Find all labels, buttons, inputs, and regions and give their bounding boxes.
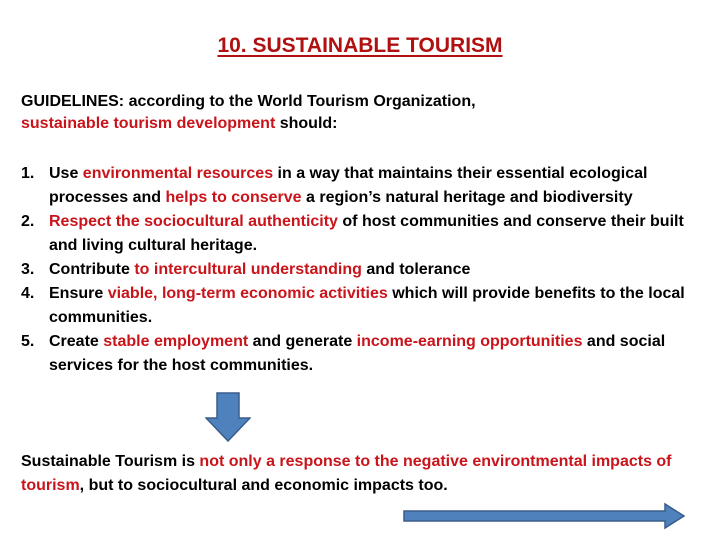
list-text: Create stable employment and generate in… xyxy=(49,330,711,378)
guidelines-highlight: sustainable tourism development xyxy=(21,115,276,132)
highlight-segment: environmental resources xyxy=(82,165,274,182)
text-segment: Use xyxy=(49,165,83,182)
list-item: 3. Contribute to intercultural understan… xyxy=(21,258,711,282)
list-item: 2. Respect the sociocultural authenticit… xyxy=(21,210,711,258)
text-segment: and generate xyxy=(248,333,357,350)
closing-text: Sustainable Tourism is xyxy=(21,453,200,470)
list-item: 4. Ensure viable, long-term economic act… xyxy=(21,282,711,330)
list-number: 2. xyxy=(21,213,35,230)
down-arrow-icon xyxy=(205,392,251,442)
list-number: 4. xyxy=(21,285,35,302)
list-item: 5. Create stable employment and generate… xyxy=(21,330,711,378)
right-arrow-icon xyxy=(403,502,685,530)
highlight-segment: Respect the sociocultural authenticity xyxy=(49,213,338,230)
closing-text: , but to sociocultural and economic impa… xyxy=(79,477,448,494)
list-number: 1. xyxy=(21,165,35,182)
list-number: 3. xyxy=(21,261,35,278)
highlight-segment: income-earning opportunities xyxy=(356,333,583,350)
text-segment: Create xyxy=(49,333,104,350)
guidelines-line2-rest: should: xyxy=(275,115,338,132)
highlight-segment: helps to conserve xyxy=(165,189,302,206)
list-text: Use environmental resources in a way tha… xyxy=(49,162,711,210)
guidelines-list: 1. Use environmental resources in a way … xyxy=(21,162,711,378)
highlight-segment: to intercultural understanding xyxy=(134,261,362,278)
list-number: 5. xyxy=(21,333,35,350)
guidelines-line1: GUIDELINES: according to the World Touri… xyxy=(21,93,476,110)
list-text: Respect the sociocultural authenticity o… xyxy=(49,210,711,258)
closing-statement: Sustainable Tourism is not only a respon… xyxy=(21,450,681,498)
text-segment: and tolerance xyxy=(361,261,471,278)
guidelines-intro: GUIDELINES: according to the World Touri… xyxy=(21,91,701,135)
guidelines-line2: sustainable tourism development should: xyxy=(21,113,701,135)
slide-title: 10. SUSTAINABLE TOURISM xyxy=(217,34,503,57)
highlight-segment: stable employment xyxy=(103,333,249,350)
list-item: 1. Use environmental resources in a way … xyxy=(21,162,711,210)
text-segment: a region’s natural heritage and biodiver… xyxy=(301,189,633,206)
text-segment: Ensure xyxy=(49,285,108,302)
list-text: Ensure viable, long-term economic activi… xyxy=(49,282,711,330)
text-segment: Contribute xyxy=(49,261,135,278)
closing-paragraph: Sustainable Tourism is not only a respon… xyxy=(21,450,681,498)
highlight-segment: viable, long-term economic activities xyxy=(107,285,388,302)
list-text: Contribute to intercultural understandin… xyxy=(49,258,711,282)
